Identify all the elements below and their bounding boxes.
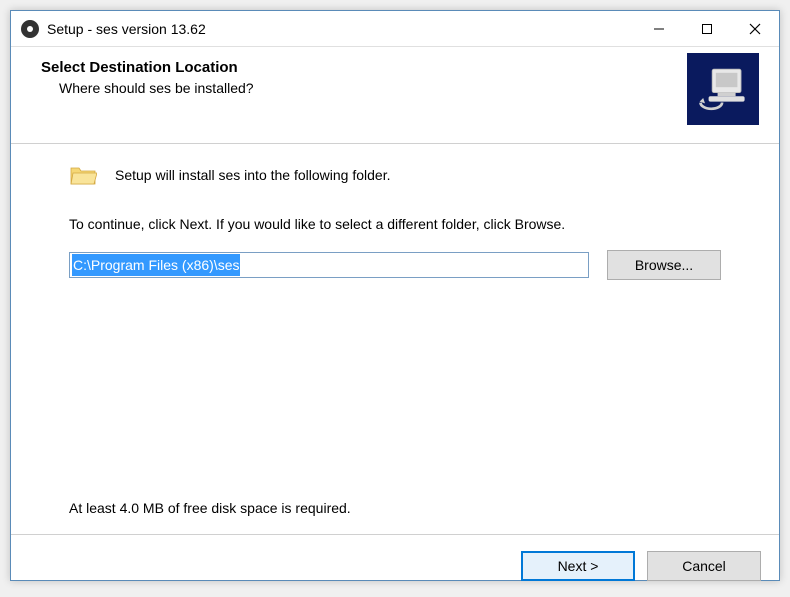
install-path-value: C:\Program Files (x86)\ses: [72, 254, 240, 276]
app-icon: [21, 20, 39, 38]
page-title: Select Destination Location: [41, 59, 687, 76]
instruction-text: To continue, click Next. If you would li…: [69, 216, 721, 232]
setup-window: Setup - ses version 13.62 Select Destina…: [10, 10, 780, 581]
path-row: C:\Program Files (x86)\ses Browse...: [69, 250, 721, 280]
content-area: Setup will install ses into the followin…: [11, 144, 779, 494]
installer-icon: [687, 53, 759, 125]
cancel-button[interactable]: Cancel: [647, 551, 761, 581]
maximize-button[interactable]: [683, 11, 731, 46]
close-button[interactable]: [731, 11, 779, 46]
footer-buttons: Next > Cancel: [11, 535, 779, 597]
titlebar: Setup - ses version 13.62: [11, 11, 779, 47]
intro-line: Setup will install ses into the followin…: [69, 164, 721, 186]
intro-text: Setup will install ses into the followin…: [115, 167, 390, 183]
folder-icon: [69, 164, 97, 186]
browse-button[interactable]: Browse...: [607, 250, 721, 280]
next-button[interactable]: Next >: [521, 551, 635, 581]
page-subtitle: Where should ses be installed?: [59, 80, 687, 96]
disk-space-text: At least 4.0 MB of free disk space is re…: [11, 500, 779, 516]
minimize-button[interactable]: [635, 11, 683, 46]
window-title: Setup - ses version 13.62: [47, 21, 635, 37]
install-path-input[interactable]: C:\Program Files (x86)\ses: [69, 252, 589, 278]
window-controls: [635, 11, 779, 46]
wizard-header: Select Destination Location Where should…: [11, 47, 779, 144]
header-text: Select Destination Location Where should…: [41, 59, 687, 96]
